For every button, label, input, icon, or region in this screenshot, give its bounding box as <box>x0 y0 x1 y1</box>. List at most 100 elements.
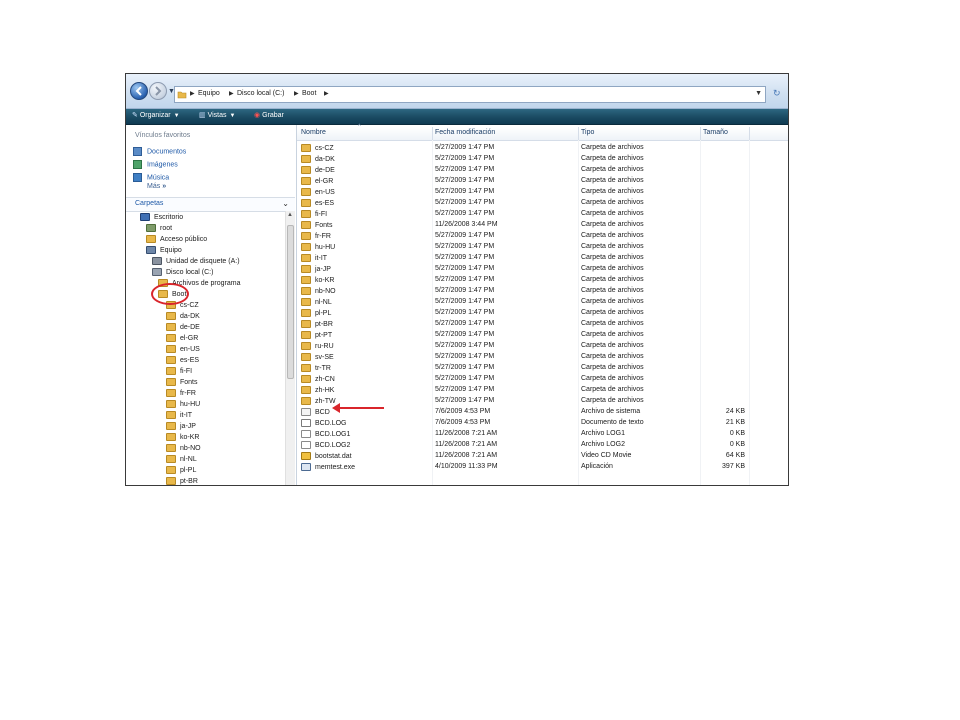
file-list-pane: ^ Nombre Fecha modificación Tipo Tamaño … <box>297 124 788 485</box>
file-row[interactable]: BCD.LOG1 11/26/2008 7:21 AM Archivo LOG1 0 … <box>297 429 788 440</box>
file-row[interactable]: memtest.exe 4/10/2009 11:33 PM Aplicación 3… <box>297 462 788 473</box>
favorite-link-documentos[interactable]: Documentos <box>133 147 186 156</box>
file-row[interactable]: cs-CZ 5/27/2009 1:47 PM Carpeta de archivo… <box>297 143 788 154</box>
breadcrumb-boot[interactable]: Boot <box>302 90 316 97</box>
file-name: ja-JP <box>315 265 331 273</box>
file-date: 5/27/2009 1:47 PM <box>435 265 495 272</box>
file-row[interactable]: Fonts 11/26/2008 3:44 PM Carpeta de archiv… <box>297 220 788 231</box>
folder-icon <box>166 389 176 397</box>
tree-item[interactable]: root <box>146 224 172 232</box>
file-row[interactable]: pt-PT 5/27/2009 1:47 PM Carpeta de archivo… <box>297 330 788 341</box>
file-row[interactable]: nb-NO 5/27/2009 1:47 PM Carpeta de archivo… <box>297 286 788 297</box>
views-button[interactable]: ▥ Vistas ▼ <box>199 111 235 119</box>
refresh-icon[interactable]: ↻ <box>773 88 781 99</box>
tree-item[interactable]: it-IT <box>166 411 192 419</box>
organize-button[interactable]: ✎ Organizar ▼ <box>132 111 180 119</box>
file-row[interactable]: hu-HU 5/27/2009 1:47 PM Carpeta de archivo… <box>297 242 788 253</box>
file-date: 5/27/2009 1:47 PM <box>435 364 495 371</box>
tree-item-label: ja-JP <box>180 422 196 430</box>
address-history-dropdown-icon[interactable]: ▼ <box>755 90 762 97</box>
tree-item[interactable]: nl-NL <box>166 455 197 463</box>
file-row[interactable]: sv-SE 5/27/2009 1:47 PM Carpeta de archivo… <box>297 352 788 363</box>
tree-item[interactable]: de-DE <box>166 323 200 331</box>
file-row[interactable]: en-US 5/27/2009 1:47 PM Carpeta de archivo… <box>297 187 788 198</box>
file-name-cell: Fonts <box>301 221 333 229</box>
file-row[interactable]: it-IT 5/27/2009 1:47 PM Carpeta de archivo… <box>297 253 788 264</box>
tree-item[interactable]: hu-HU <box>166 400 200 408</box>
column-divider[interactable] <box>432 127 433 140</box>
tree-item[interactable]: ko-KR <box>166 433 199 441</box>
tree-item-label: da-DK <box>180 312 200 320</box>
file-row[interactable]: fi-FI 5/27/2009 1:47 PM Carpeta de archivo… <box>297 209 788 220</box>
folder-icon <box>301 265 311 273</box>
tree-item[interactable]: fi-FI <box>166 367 192 375</box>
file-row[interactable]: ja-JP 5/27/2009 1:47 PM Carpeta de archivo… <box>297 264 788 275</box>
favorite-link-musica[interactable]: Música <box>133 173 169 182</box>
file-row[interactable]: zh-CN 5/27/2009 1:47 PM Carpeta de archivo… <box>297 374 788 385</box>
file-row[interactable]: ko-KR 5/27/2009 1:47 PM Carpeta de archivo… <box>297 275 788 286</box>
file-row[interactable]: BCD.LOG2 11/26/2008 7:21 AM Archivo LOG2 0 … <box>297 440 788 451</box>
file-date: 5/27/2009 1:47 PM <box>435 331 495 338</box>
folders-header[interactable]: Carpetas ⌄ <box>126 197 295 212</box>
folder-icon <box>301 353 311 361</box>
file-row[interactable]: es-ES 5/27/2009 1:47 PM Carpeta de archivo… <box>297 198 788 209</box>
scroll-up-icon[interactable]: ▲ <box>287 212 293 218</box>
file-type: Carpeta de archivos <box>581 342 644 349</box>
tree-item[interactable]: Unidad de disquete (A:) <box>152 257 240 265</box>
chevron-down-icon: ▼ <box>229 113 236 119</box>
file-row[interactable]: pl-PL 5/27/2009 1:47 PM Carpeta de archivo… <box>297 308 788 319</box>
file-date: 11/26/2008 7:21 AM <box>435 452 498 459</box>
file-date: 5/27/2009 1:47 PM <box>435 177 495 184</box>
back-button[interactable] <box>130 82 148 100</box>
file-row[interactable]: zh-HK 5/27/2009 1:47 PM Carpeta de archivo… <box>297 385 788 396</box>
scrollbar-thumb[interactable] <box>287 225 294 379</box>
tree-item[interactable]: Escritorio <box>140 213 183 221</box>
breadcrumb-separator-icon: ▶ <box>229 91 234 97</box>
file-row[interactable]: el-GR 5/27/2009 1:47 PM Carpeta de archivo… <box>297 176 788 187</box>
tree-item[interactable]: el-GR <box>166 334 198 342</box>
column-header-date[interactable]: Fecha modificación <box>435 129 495 136</box>
tree-item[interactable]: ja-JP <box>166 422 196 430</box>
tree-item[interactable]: da-DK <box>166 312 200 320</box>
breadcrumb-equipo[interactable]: Equipo <box>198 90 220 97</box>
tree-item[interactable]: pl-PL <box>166 466 196 474</box>
burn-button[interactable]: ◉ Grabar <box>254 111 284 119</box>
more-links[interactable]: Más » <box>147 183 166 190</box>
column-header-name[interactable]: Nombre <box>301 129 326 136</box>
address-box[interactable]: ▶ Equipo ▶ Disco local (C:) ▶ Boot ▶ ▼ <box>174 86 766 103</box>
tree-item[interactable]: Acceso público <box>146 235 207 243</box>
file-row[interactable]: pt-BR 5/27/2009 1:47 PM Carpeta de archivo… <box>297 319 788 330</box>
file-row[interactable]: da-DK 5/27/2009 1:47 PM Carpeta de archivo… <box>297 154 788 165</box>
file-date: 5/27/2009 1:47 PM <box>435 199 495 206</box>
file-date: 5/27/2009 1:47 PM <box>435 386 495 393</box>
breadcrumb-disco-local[interactable]: Disco local (C:) <box>237 90 284 97</box>
tree-item[interactable]: fr-FR <box>166 389 196 397</box>
file-row[interactable]: nl-NL 5/27/2009 1:47 PM Carpeta de archivo… <box>297 297 788 308</box>
tree-scrollbar[interactable]: ▲ <box>285 211 295 485</box>
column-divider[interactable] <box>749 127 750 140</box>
forward-button[interactable] <box>149 82 167 100</box>
tree-item[interactable]: pt-BR <box>166 477 198 485</box>
file-date: 5/27/2009 1:47 PM <box>435 232 495 239</box>
burn-disc-icon: ◉ <box>254 112 261 119</box>
tree-item[interactable]: Equipo <box>146 246 182 254</box>
file-row[interactable]: ru-RU 5/27/2009 1:47 PM Carpeta de archivo… <box>297 341 788 352</box>
column-header-type[interactable]: Tipo <box>581 129 594 136</box>
file-row[interactable]: tr-TR 5/27/2009 1:47 PM Carpeta de archivo… <box>297 363 788 374</box>
tree-item[interactable]: es-ES <box>166 356 199 364</box>
file-row[interactable]: bootstat.dat 11/26/2008 7:21 AM Video CD M… <box>297 451 788 462</box>
file-name: fr-FR <box>315 232 331 240</box>
file-type: Carpeta de archivos <box>581 177 644 184</box>
tree-item[interactable]: Disco local (C:) <box>152 268 213 276</box>
column-header-size[interactable]: Tamaño <box>703 129 728 136</box>
tree-item[interactable]: Fonts <box>166 378 198 386</box>
file-row[interactable]: de-DE 5/27/2009 1:47 PM Carpeta de archivo… <box>297 165 788 176</box>
tree-item[interactable]: nb-NO <box>166 444 201 452</box>
file-row[interactable]: fr-FR 5/27/2009 1:47 PM Carpeta de archivo… <box>297 231 788 242</box>
column-divider[interactable] <box>578 127 579 140</box>
favorite-link-imagenes[interactable]: Imágenes <box>133 160 178 169</box>
file-row[interactable]: BCD.LOG 7/6/2009 4:53 PM Documento de text… <box>297 418 788 429</box>
tree-item[interactable]: en-US <box>166 345 200 353</box>
file-name-cell: cs-CZ <box>301 144 334 152</box>
column-divider[interactable] <box>700 127 701 140</box>
